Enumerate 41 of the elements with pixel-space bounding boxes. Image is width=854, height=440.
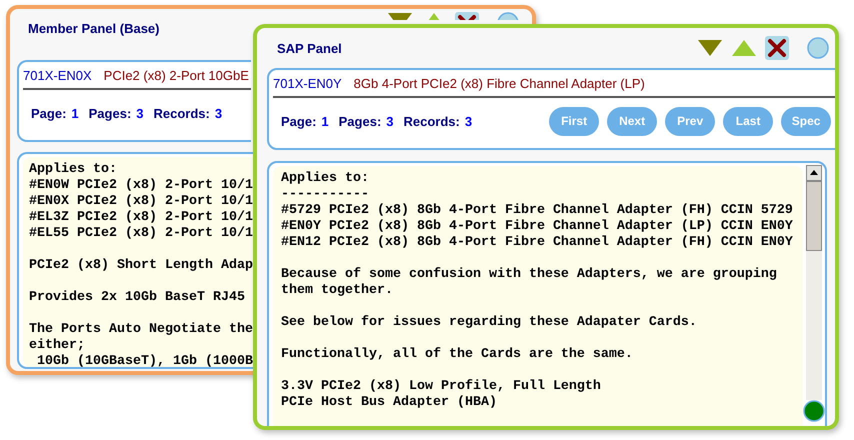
part-description: PCIe2 (x8) 2-Port 10GbE	[104, 68, 249, 83]
part-number: 701X-EN0X	[23, 68, 92, 83]
circle-icon[interactable]	[807, 37, 829, 59]
text-paragraph: The Ports Auto Negotiate the either; 10Gb (10GBaseT), 1Gb (1000B	[29, 322, 253, 367]
scroll-up-icon[interactable]	[806, 165, 822, 181]
panel-title: Member Panel (Base)	[27, 20, 160, 36]
close-icon[interactable]	[455, 12, 479, 20]
records-label: Records:	[404, 114, 460, 128]
pager-button[interactable]: Last	[723, 106, 774, 136]
page-label: Page:	[281, 114, 316, 128]
records-value: 3	[214, 106, 222, 120]
pager-button[interactable]: First	[549, 106, 600, 136]
page-label: Page:	[31, 106, 66, 120]
text-paragraph: 3.3V PCIe2 (x8) Low Profile, Full Length PCIe Host Bus Adapter (HBA)	[281, 379, 602, 411]
text-paragraph: Provides 2x 10Gb BaseT RJ45	[29, 290, 245, 306]
text-paragraph: Because of some confusion with these Adapters, we are grouping them together.	[281, 267, 778, 299]
text-paragraph: Applies to: #EN0W PCIe2 (x8) 2-Port 10/1 #EN0X PCIe2 (x8) 2-Port 10/1 #EL3Z PCIe2 (x8) 2-Port 10/1 #EL55 PCIe2 (x8) 2-Port 10/1	[29, 162, 253, 242]
text-paragraph: See below for issues regarding these Adapater Cards.	[281, 315, 698, 331]
records-value: 3	[464, 114, 472, 128]
part-description: 8Gb 4-Port PCIe2 (x8) Fibre Channel Adapter (LP)	[354, 76, 645, 91]
panel-title: SAP Panel	[276, 40, 342, 56]
part-number: 701X-EN0Y	[273, 76, 342, 91]
pages-label: Pages:	[338, 114, 382, 128]
pages-label: Pages:	[88, 106, 132, 120]
pager-button[interactable]: Spec	[781, 106, 832, 136]
triangle-up-icon[interactable]	[731, 39, 757, 57]
close-icon[interactable]	[765, 36, 789, 60]
records-label: Records:	[154, 106, 210, 120]
page-value: 1	[71, 106, 79, 120]
page-value: 1	[321, 114, 329, 128]
pager-button[interactable]: Next	[607, 106, 658, 136]
triangle-down-icon[interactable]	[697, 39, 723, 57]
text-paragraph: Functionally, all of the Cards are the same.	[281, 347, 634, 363]
pager-button[interactable]: Prev	[665, 106, 716, 136]
triangle-down-icon[interactable]	[387, 12, 413, 20]
pages-value: 3	[136, 106, 144, 120]
text-paragraph: Applies to: ----------- #5729 PCIe2 (x8) 8Gb 4-Port Fibre Channel Adapter (FH) CCIN 5729 #EN0Y PCIe2 (x8) 8Gb 4-Port Fibre Channel Adapter (LP) CCIN EN0Y #EN12 PCIe2 (x8) 8Gb 4-Port Fibre Channel Adapter (FH) CCIN EN0Y	[281, 171, 794, 251]
pages-value: 3	[386, 114, 394, 128]
scroll-thumb[interactable]	[806, 181, 822, 251]
scrollbar[interactable]	[806, 165, 822, 400]
text-paragraph: PCIe2 (x8) Short Length Adap	[29, 258, 253, 274]
